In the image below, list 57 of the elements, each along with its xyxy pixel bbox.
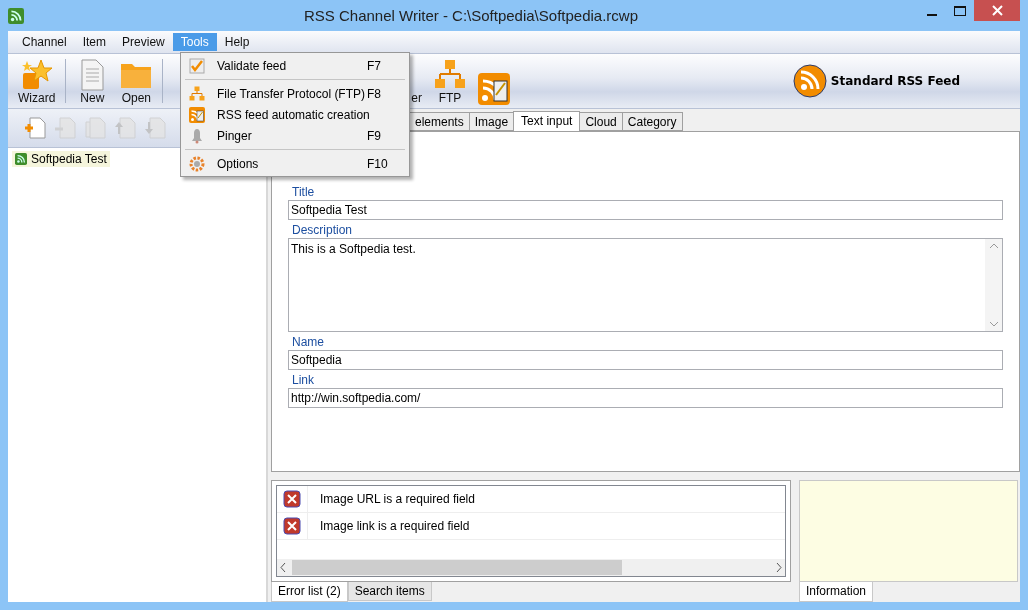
bell-icon	[189, 127, 205, 144]
check-icon	[189, 57, 205, 74]
input-field[interactable]: Softpedia Test	[288, 200, 1003, 220]
folders-icon	[434, 59, 466, 91]
feed-icon	[15, 153, 27, 165]
field-label: Link	[292, 373, 315, 387]
close-button[interactable]	[974, 0, 1020, 21]
field-label: Description	[292, 223, 354, 237]
scroll-right-icon[interactable]	[776, 563, 782, 572]
maximize-icon	[954, 5, 966, 16]
menu-entry[interactable]: Pinger F9	[183, 125, 407, 146]
scroll-up-icon[interactable]	[989, 243, 998, 248]
menu-item[interactable]: Help	[216, 33, 258, 51]
error-icon	[283, 517, 301, 535]
menu-entry[interactable]: File Transfer Protocol (FTP) F8	[183, 83, 407, 104]
menu-item[interactable]: Preview	[114, 33, 173, 51]
toolbar-button[interactable]: New	[70, 57, 115, 105]
tab[interactable]: Cloud	[579, 112, 623, 131]
app-icon	[8, 7, 24, 24]
toolbar-button[interactable]: Wizard	[12, 57, 62, 105]
window-title: RSS Channel Writer - C:\Softpedia\Softpedia.rcwp	[302, 7, 639, 24]
folders-icon	[189, 85, 205, 102]
menu-item[interactable]: Channel	[14, 33, 75, 51]
error-icon	[283, 490, 301, 508]
field-label: Title	[292, 185, 316, 199]
input-field[interactable]: http://win.softpedia.com/	[288, 388, 1003, 408]
error-message: Image URL is a required field	[319, 492, 475, 506]
tab[interactable]: Text input	[513, 111, 581, 131]
toolbar-button[interactable]: Open	[114, 57, 159, 105]
star-icon	[20, 59, 53, 91]
field-label: Name	[292, 335, 325, 349]
menu-entry[interactable]: Validate feed F7	[183, 55, 407, 76]
tab[interactable]: Category	[621, 112, 683, 131]
horizontal-scrollbar[interactable]	[277, 559, 785, 576]
text-area[interactable]: This is a Softpedia test.	[288, 238, 1003, 332]
add-document-icon[interactable]	[24, 116, 48, 140]
tab[interactable]: elements	[409, 112, 470, 131]
menu-entry[interactable]: RSS feed automatic creation	[183, 104, 407, 125]
rss-icon	[792, 64, 827, 98]
menu-entry[interactable]: Options F10	[183, 153, 407, 174]
error-message: Image link is a required field	[319, 519, 470, 533]
toolbar-button[interactable]: FTP	[428, 57, 472, 105]
tab[interactable]: Image	[468, 112, 515, 131]
gear-icon	[189, 155, 205, 172]
tab[interactable]: Error list (2)	[271, 582, 348, 602]
menu-item[interactable]: Item	[74, 33, 115, 51]
tab[interactable]: Information	[799, 582, 874, 602]
scroll-down-icon[interactable]	[989, 322, 998, 327]
tree-item[interactable]: Softpedia Test	[12, 151, 110, 167]
tab[interactable]: Search items	[347, 582, 432, 601]
feed-type-label: Standard RSS Feed	[830, 74, 960, 88]
scroll-left-icon[interactable]	[280, 563, 286, 572]
rss-auto-icon	[189, 106, 205, 123]
input-field[interactable]: Softpedia	[288, 350, 1003, 370]
rss-auto-icon	[478, 73, 510, 105]
close-icon	[991, 5, 1003, 16]
minimize-icon	[927, 13, 937, 16]
